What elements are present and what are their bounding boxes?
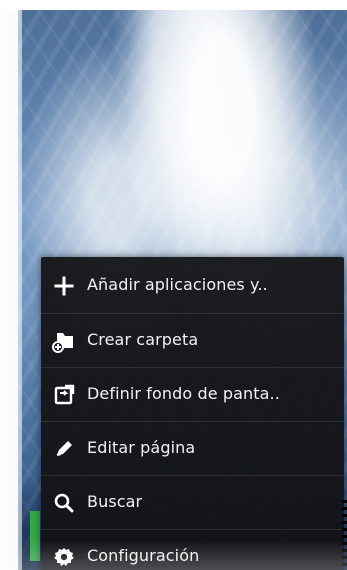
menu-item-label: Configuración xyxy=(87,545,200,565)
menu-item-add-apps[interactable]: Añadir aplicaciones y.. xyxy=(41,259,344,313)
folder-add-icon xyxy=(41,314,87,368)
edge-handle xyxy=(342,500,347,570)
plus-icon xyxy=(41,259,87,313)
top-border xyxy=(0,0,347,10)
menu-item-label: Definir fondo de panta.. xyxy=(87,383,280,403)
menu-item-label: Editar página xyxy=(87,437,196,457)
search-icon xyxy=(41,476,87,530)
menu-item-label: Crear carpeta xyxy=(87,329,199,349)
menu-item-set-wallpaper[interactable]: Definir fondo de panta.. xyxy=(41,367,344,421)
menu-item-label: Añadir aplicaciones y.. xyxy=(87,275,268,294)
menu-item-label: Buscar xyxy=(87,491,143,511)
left-edge-blur xyxy=(0,0,22,570)
pencil-icon xyxy=(41,422,87,476)
menu-item-edit-page[interactable]: Editar página xyxy=(41,421,344,475)
menu-item-search[interactable]: Buscar xyxy=(41,475,344,529)
home-screen: Añadir aplicaciones y.. Crear carpeta De… xyxy=(0,0,347,570)
menu-item-create-folder[interactable]: Crear carpeta xyxy=(41,313,344,367)
menu-item-settings[interactable]: Configuración xyxy=(41,529,344,570)
home-screen-menu: Añadir aplicaciones y.. Crear carpeta De… xyxy=(41,257,344,570)
dock-accent xyxy=(30,511,40,561)
wallpaper-icon xyxy=(41,368,87,422)
gear-icon xyxy=(41,530,87,570)
